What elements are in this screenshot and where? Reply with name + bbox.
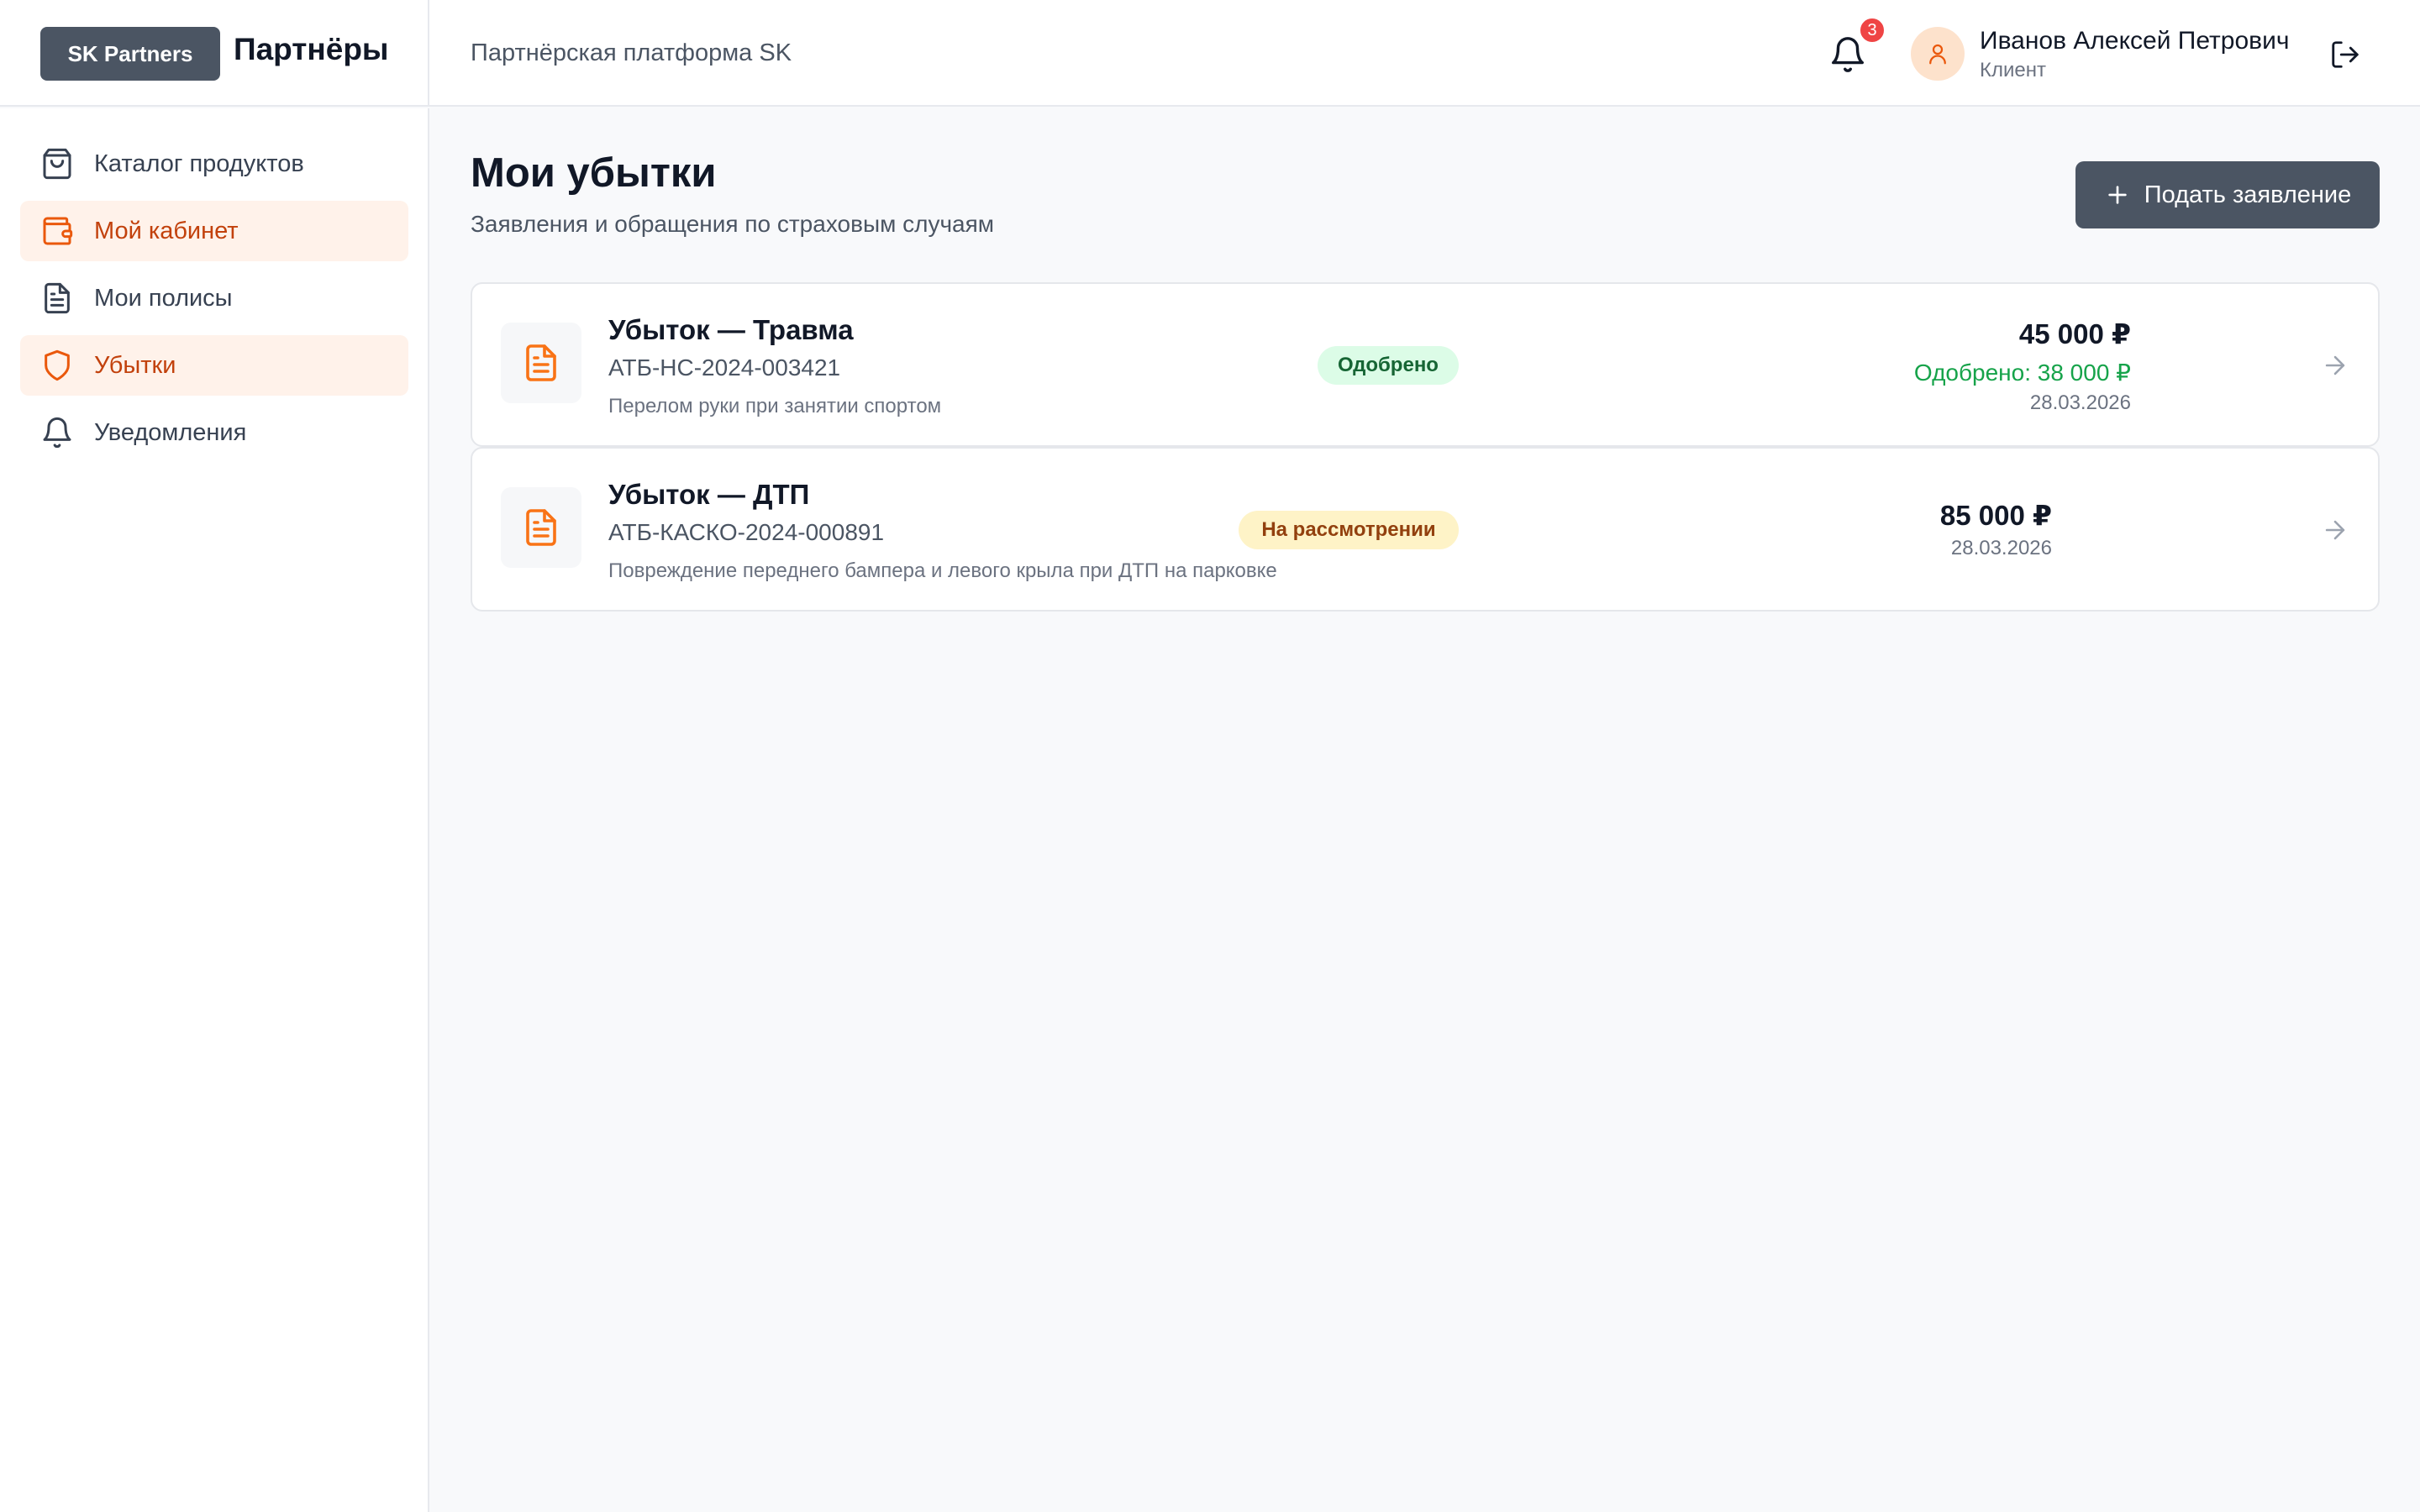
claim-card[interactable]: Убыток — Травма АТБ-НС-2024-003421 Перел… [471,282,2380,447]
logout-icon[interactable] [2329,39,2361,71]
file-text-icon [526,344,556,381]
claim-number: АТБ-НС-2024-003421 [608,354,841,381]
claim-amounts: 85 000 ₽ 28.03.2026 [1940,449,2052,610]
claim-title: Убыток — ДТП [608,479,810,510]
document-icon [45,282,70,314]
claim-title: Убыток — Травма [608,314,854,345]
shopping-bag-icon [43,148,71,180]
sidebar-item-notifications[interactable]: Уведомления [20,402,408,463]
sidebar-item-catalog[interactable]: Каталог продуктов [20,134,408,194]
status-badge: Одобрено [1318,346,1459,385]
claim-amounts: 45 000 ₽ Одобрено: 38 000 ₽ 28.03.2026 [1914,284,2131,445]
wallet-icon [43,217,73,245]
sidebar-item-label: Каталог продуктов [94,150,304,177]
sidebar-item-label: Мои полисы [94,284,233,312]
platform-title: Партнёрская платформа SK [471,39,792,66]
page-title: Мои убытки [471,150,717,196]
sidebar-item-label: Уведомления [94,418,247,446]
submit-claim-button[interactable]: Подать заявление [2075,161,2380,228]
notifications-count-badge: 3 [1859,17,1886,44]
plus-icon [2108,186,2127,204]
user-name[interactable]: Иванов Алексей Петрович [1980,27,2290,55]
sidebar-item-policies[interactable]: Мои полисы [20,268,408,328]
sidebar-item-label: Убытки [94,351,176,379]
claim-description: Повреждение переднего бампера и левого к… [608,559,1277,582]
claim-icon-box [501,323,581,403]
brand-name[interactable]: Партнёры [234,32,389,67]
user-role: Клиент [1980,59,2046,81]
submit-claim-label: Подать заявление [2144,181,2352,208]
header-divider [428,0,429,107]
user-icon [1929,44,1946,65]
claim-amount: 85 000 ₽ [1939,500,2052,531]
claim-description: Перелом руки при занятии спортом [608,395,942,417]
claim-card[interactable]: Убыток — ДТП АТБ-КАСКО-2024-000891 Повре… [471,447,2380,612]
claim-number: АТБ-КАСКО-2024-000891 [608,519,885,545]
shield-icon [45,349,70,381]
avatar[interactable] [1911,27,1965,81]
arrow-right-icon[interactable] [2321,351,2349,380]
claim-approved-amount: Одобрено: 38 000 ₽ [1913,360,2131,386]
notifications-bell-icon[interactable] [1828,35,1867,74]
claim-amount: 45 000 ₽ [2018,318,2131,349]
sidebar-item-claims[interactable]: Убытки [20,335,408,396]
claim-icon-box [501,487,581,568]
claim-date: 28.03.2026 [2029,391,2131,414]
page-subtitle: Заявления и обращения по страховым случа… [471,211,995,237]
sidebar-item-cabinet[interactable]: Мой кабинет [20,201,408,261]
status-badge: На рассмотрении [1239,511,1459,549]
claim-date: 28.03.2026 [1950,537,2052,559]
arrow-right-icon[interactable] [2321,516,2349,544]
file-text-icon [526,509,556,546]
sidebar-item-label: Мой кабинет [94,217,239,244]
sidebar: Каталог продуктов Мой кабинет Мои полисы… [0,108,429,1512]
top-header: SK Partners Партнёры Партнёрская платфор… [0,0,2420,107]
brand-badge[interactable]: SK Partners [40,27,220,81]
bell-icon [43,417,71,449]
